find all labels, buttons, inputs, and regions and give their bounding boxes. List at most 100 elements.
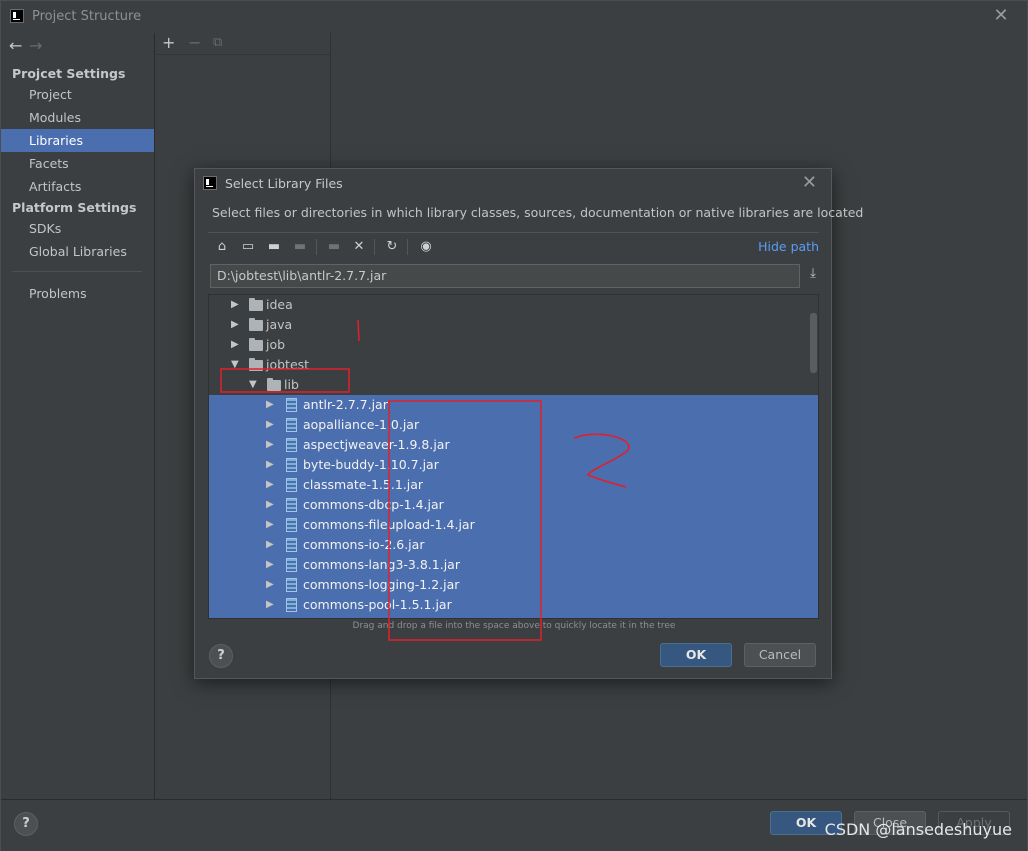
- tree-item-jar[interactable]: ▶ commons-pool-1.5.1.jar: [209, 595, 807, 615]
- tree-scrollbar[interactable]: [810, 313, 817, 373]
- tree-item-jar[interactable]: ▶ commons-fileupload-1.4.jar: [209, 515, 807, 535]
- folder-icon: [249, 358, 263, 371]
- tree-item-job[interactable]: ▶ job: [209, 335, 807, 355]
- folder-icon: [249, 338, 263, 351]
- tree-item-jar[interactable]: ▶ commons-dbcp-1.4.jar: [209, 495, 807, 515]
- jar-icon: [286, 398, 297, 412]
- folder-icon: [267, 378, 281, 391]
- drag-drop-hint: Drag and drop a file into the space abov…: [352, 621, 676, 631]
- sidebar-item-sdks[interactable]: SDKs: [1, 217, 154, 240]
- tree-item-label: commons-pool-1.5.1.jar: [303, 597, 452, 612]
- jar-icon: [286, 418, 297, 432]
- tree-item-label: antlr-2.7.7.jar: [303, 397, 388, 412]
- tree-item-label: commons-lang3-3.8.1.jar: [303, 557, 460, 572]
- tree-item-jar[interactable]: ▶ commons-logging-1.2.jar: [209, 575, 807, 595]
- jar-icon: [286, 458, 297, 472]
- dialog-help-button[interactable]: ?: [209, 644, 233, 668]
- tree-item-jobtest[interactable]: ▼ jobtest: [209, 355, 807, 375]
- expand-arrow-icon[interactable]: ▶: [266, 575, 278, 595]
- jar-icon: [286, 598, 297, 612]
- expand-arrow-icon[interactable]: ▶: [266, 395, 278, 415]
- expand-arrow-icon[interactable]: ▶: [231, 315, 243, 335]
- jar-icon: [286, 478, 297, 492]
- title-bar: Project Structure ✕: [1, 1, 1027, 33]
- tree-item-jar[interactable]: ▶ commons-lang3-3.8.1.jar: [209, 555, 807, 575]
- new-folder-icon[interactable]: ▬: [264, 237, 284, 257]
- collapse-arrow-icon[interactable]: ▼: [231, 355, 243, 375]
- jar-icon: [286, 578, 297, 592]
- close-window-button[interactable]: ✕: [991, 6, 1011, 26]
- tree-item-jar[interactable]: ▶ commons-io-2.6.jar: [209, 535, 807, 555]
- expand-arrow-icon[interactable]: ▶: [266, 475, 278, 495]
- tree-item-label: aopalliance-1.0.jar: [303, 417, 420, 432]
- sidebar-item-global-libraries[interactable]: Global Libraries: [1, 240, 154, 263]
- intellij-logo-icon: [10, 9, 24, 23]
- dialog-title: Select Library Files: [225, 176, 343, 191]
- expand-arrow-icon[interactable]: ▶: [266, 535, 278, 555]
- sidebar-item-facets[interactable]: Facets: [1, 152, 154, 175]
- home-icon[interactable]: ⌂: [212, 237, 232, 257]
- dialog-close-button[interactable]: ✕: [802, 172, 817, 193]
- tree-item-label: commons-dbcp-1.4.jar: [303, 497, 444, 512]
- settings-sidebar: ← → Projcet Settings Project Modules Libr…: [1, 33, 155, 799]
- forward-arrow-icon[interactable]: →: [29, 36, 49, 55]
- tree-item-jar[interactable]: ▶ aopalliance-1.0.jar: [209, 415, 807, 435]
- tree-item-label: idea: [266, 297, 293, 312]
- expand-arrow-icon[interactable]: ▶: [266, 595, 278, 615]
- tree-item-label: byte-buddy-1.10.7.jar: [303, 457, 439, 472]
- module-folder-icon[interactable]: ▬: [324, 237, 344, 257]
- hide-path-link[interactable]: Hide path: [758, 239, 819, 254]
- nav-arrows: ← →: [9, 36, 49, 56]
- sidebar-item-artifacts[interactable]: Artifacts: [1, 175, 154, 198]
- copy-icon[interactable]: ⧉: [213, 35, 222, 50]
- tree-item-jar[interactable]: ▶ byte-buddy-1.10.7.jar: [209, 455, 807, 475]
- path-input[interactable]: D:\jobtest\lib\antlr-2.7.7.jar: [210, 264, 800, 288]
- remove-icon[interactable]: −: [188, 33, 201, 52]
- project-settings-heading: Projcet Settings: [12, 66, 126, 81]
- delete-icon[interactable]: ✕: [349, 237, 369, 257]
- tree-item-jar[interactable]: ▶ antlr-2.7.7.jar: [209, 395, 807, 415]
- tree-item-jar[interactable]: ▶ classmate-1.5.1.jar: [209, 475, 807, 495]
- dialog-cancel-button[interactable]: Cancel: [744, 643, 816, 667]
- expand-arrow-icon[interactable]: ▶: [266, 435, 278, 455]
- tree-item-jar[interactable]: ▶ aspectjweaver-1.9.8.jar: [209, 435, 807, 455]
- expand-arrow-icon[interactable]: ▶: [266, 515, 278, 535]
- tree-item-label: commons-logging-1.2.jar: [303, 577, 460, 592]
- tree-item-idea[interactable]: ▶ idea: [209, 295, 807, 315]
- desktop-icon[interactable]: ▭: [238, 237, 258, 257]
- libraries-toolbar: + − ⧉: [156, 33, 331, 55]
- show-hidden-icon[interactable]: ◉: [416, 237, 436, 257]
- download-icon[interactable]: ⤓: [804, 266, 822, 286]
- tree-item-label: job: [266, 337, 286, 352]
- help-button[interactable]: ?: [14, 812, 38, 836]
- add-icon[interactable]: +: [162, 33, 175, 52]
- tree-item-label: aspectjweaver-1.9.8.jar: [303, 437, 450, 452]
- expand-arrow-icon[interactable]: ▶: [266, 455, 278, 475]
- jar-icon: [286, 498, 297, 512]
- tree-item-lib[interactable]: ▼ lib: [209, 375, 807, 395]
- collapse-arrow-icon[interactable]: ▼: [249, 375, 261, 395]
- jar-icon: [286, 518, 297, 532]
- back-arrow-icon[interactable]: ←: [9, 36, 29, 55]
- csdn-watermark: CSDN @lansedeshuyue: [824, 820, 1012, 839]
- sidebar-item-problems[interactable]: Problems: [1, 282, 154, 305]
- expand-arrow-icon[interactable]: ▶: [231, 295, 243, 315]
- select-library-files-dialog: Select Library Files ✕ Select files or d…: [194, 168, 863, 679]
- expand-arrow-icon[interactable]: ▶: [266, 495, 278, 515]
- file-tree[interactable]: ▶ idea ▶ java ▶ job ▼ jobtest ▼ lib ▶ an…: [208, 294, 819, 619]
- refresh-icon[interactable]: ↻: [382, 237, 402, 257]
- tree-item-java[interactable]: ▶ java: [209, 315, 807, 335]
- dialog-divider: [208, 232, 819, 233]
- sidebar-item-project[interactable]: Project: [1, 83, 154, 106]
- folder-icon[interactable]: ▬: [290, 237, 310, 257]
- expand-arrow-icon[interactable]: ▶: [266, 555, 278, 575]
- tree-item-label: java: [266, 317, 293, 332]
- jar-icon: [286, 558, 297, 572]
- platform-settings-heading: Platform Settings: [12, 200, 137, 215]
- sidebar-item-modules[interactable]: Modules: [1, 106, 154, 129]
- dialog-ok-button[interactable]: OK: [660, 643, 732, 667]
- expand-arrow-icon[interactable]: ▶: [231, 335, 243, 355]
- toolbar-divider: [374, 239, 375, 255]
- expand-arrow-icon[interactable]: ▶: [266, 415, 278, 435]
- sidebar-item-libraries[interactable]: Libraries: [1, 129, 154, 152]
